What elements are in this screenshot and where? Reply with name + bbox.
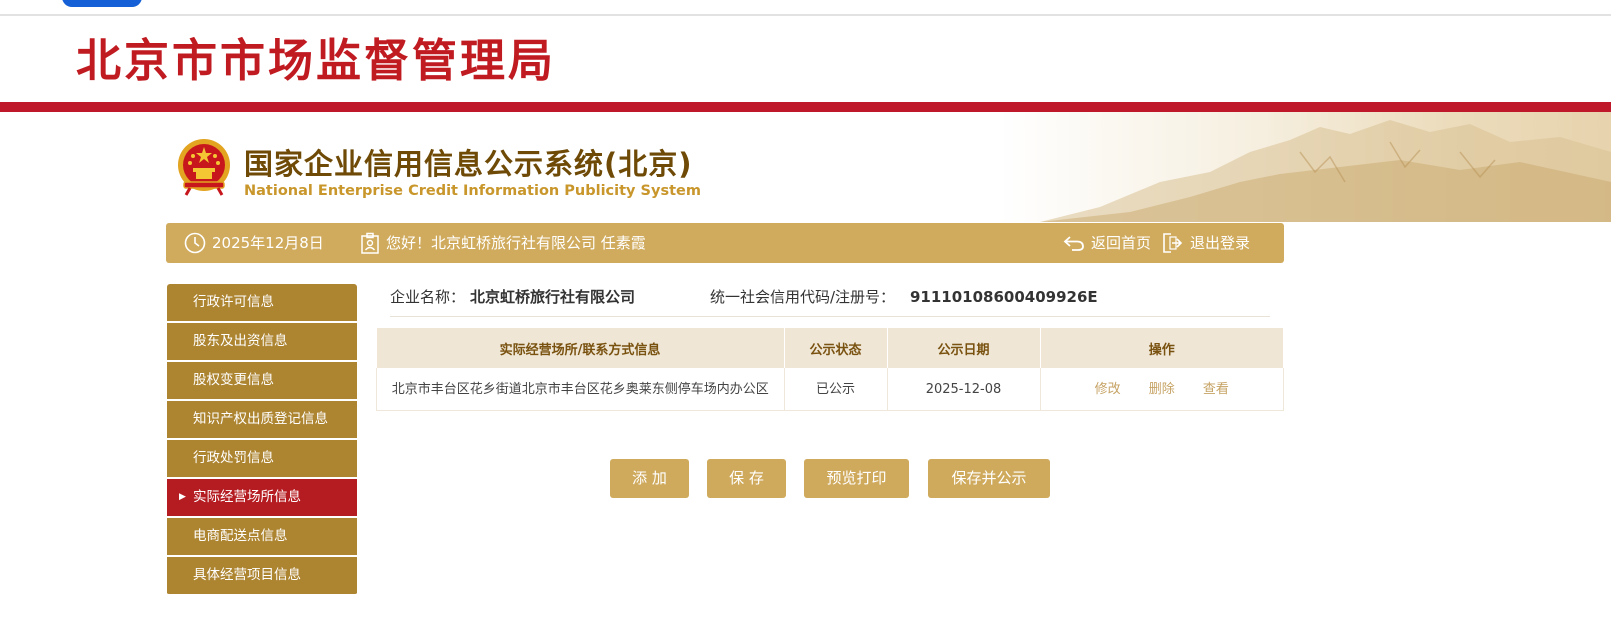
save-publish-button[interactable]: 保存并公示 xyxy=(928,459,1050,498)
info-bar: 2025年12月8日 您好！北京虹桥旅行社有限公司 任素霞 返回首页 退出登录 xyxy=(166,223,1284,263)
sidebar-item-equity-change[interactable]: 股权变更信息 xyxy=(167,362,357,401)
credit-code: 91110108600409926E xyxy=(910,288,1098,306)
company-info-line: 企业名称： 北京虹桥旅行社有限公司 统一社会信用代码/注册号： 91110108… xyxy=(390,284,1270,317)
delete-link[interactable]: 删除 xyxy=(1149,382,1175,397)
sidebar-item-ip-pledge[interactable]: 知识产权出质登记信息 xyxy=(167,401,357,440)
col-header-actions: 操作 xyxy=(1040,328,1284,368)
sidebar-item-business-premises[interactable]: ▶ 实际经营场所信息 xyxy=(167,479,357,518)
greeting-display: 您好！北京虹桥旅行社有限公司 任素霞 xyxy=(360,223,646,263)
clock-icon xyxy=(184,232,206,254)
cell-actions: 修改 删除 查看 xyxy=(1040,368,1284,411)
system-name-en: National Enterprise Credit Information P… xyxy=(244,183,701,199)
col-header-address: 实际经营场所/联系方式信息 xyxy=(376,328,785,368)
return-icon xyxy=(1063,236,1084,251)
preview-print-button[interactable]: 预览打印 xyxy=(804,459,909,498)
sidebar-item-admin-license[interactable]: 行政许可信息 xyxy=(167,284,357,323)
table-header-row: 实际经营场所/联系方式信息 公示状态 公示日期 操作 xyxy=(376,328,1284,368)
table-row: 北京市丰台区花乡街道北京市丰台区花乡奥莱东侧停车场内办公区 已公示 2025-1… xyxy=(376,368,1284,411)
sidebar-item-business-scope[interactable]: 具体经营项目信息 xyxy=(167,557,357,596)
save-button[interactable]: 保 存 xyxy=(707,459,786,498)
cell-date: 2025-12-08 xyxy=(887,368,1041,411)
view-link[interactable]: 查看 xyxy=(1203,382,1229,397)
logout-link[interactable]: 退出登录 xyxy=(1162,223,1250,263)
national-emblem-icon xyxy=(178,139,230,196)
home-label: 返回首页 xyxy=(1091,234,1152,252)
logout-icon xyxy=(1163,233,1183,253)
mountain-landscape-icon xyxy=(1040,120,1611,222)
cell-status: 已公示 xyxy=(784,368,888,411)
red-divider-band xyxy=(0,102,1611,112)
credit-code-label: 统一社会信用代码/注册号： xyxy=(710,288,896,306)
premises-table: 实际经营场所/联系方式信息 公示状态 公示日期 操作 北京市丰台区花乡街道北京市… xyxy=(376,328,1284,411)
date-text: 2025年12月8日 xyxy=(212,234,324,252)
company-name-label: 企业名称： xyxy=(390,288,466,306)
col-header-date: 公示日期 xyxy=(887,328,1041,368)
browser-top-strip xyxy=(0,0,1611,16)
top-tab-pill[interactable] xyxy=(62,0,142,7)
sidebar-item-shareholders[interactable]: 股东及出资信息 xyxy=(167,323,357,362)
sidebar-item-ecommerce-delivery[interactable]: 电商配送点信息 xyxy=(167,518,357,557)
user-card-icon xyxy=(361,232,379,254)
date-display: 2025年12月8日 xyxy=(184,223,324,263)
sidebar-item-admin-penalty[interactable]: 行政处罚信息 xyxy=(167,440,357,479)
caret-right-icon: ▶ xyxy=(179,492,186,502)
greeting-text: 您好！北京虹桥旅行社有限公司 任素霞 xyxy=(386,234,646,252)
home-link[interactable]: 返回首页 xyxy=(1063,223,1151,263)
col-header-status: 公示状态 xyxy=(784,328,888,368)
company-name: 北京虹桥旅行社有限公司 xyxy=(470,288,636,306)
logout-label: 退出登录 xyxy=(1190,234,1251,252)
agency-title: 北京市市场监督管理局 xyxy=(76,34,557,87)
edit-link[interactable]: 修改 xyxy=(1095,382,1121,397)
system-name-cn: 国家企业信用信息公示系统(北京) xyxy=(244,147,693,181)
sidebar-nav: 行政许可信息 股东及出资信息 股权变更信息 知识产权出质登记信息 行政处罚信息 … xyxy=(167,284,357,596)
add-button[interactable]: 添 加 xyxy=(610,459,689,498)
cell-address: 北京市丰台区花乡街道北京市丰台区花乡奥莱东侧停车场内办公区 xyxy=(376,368,785,411)
